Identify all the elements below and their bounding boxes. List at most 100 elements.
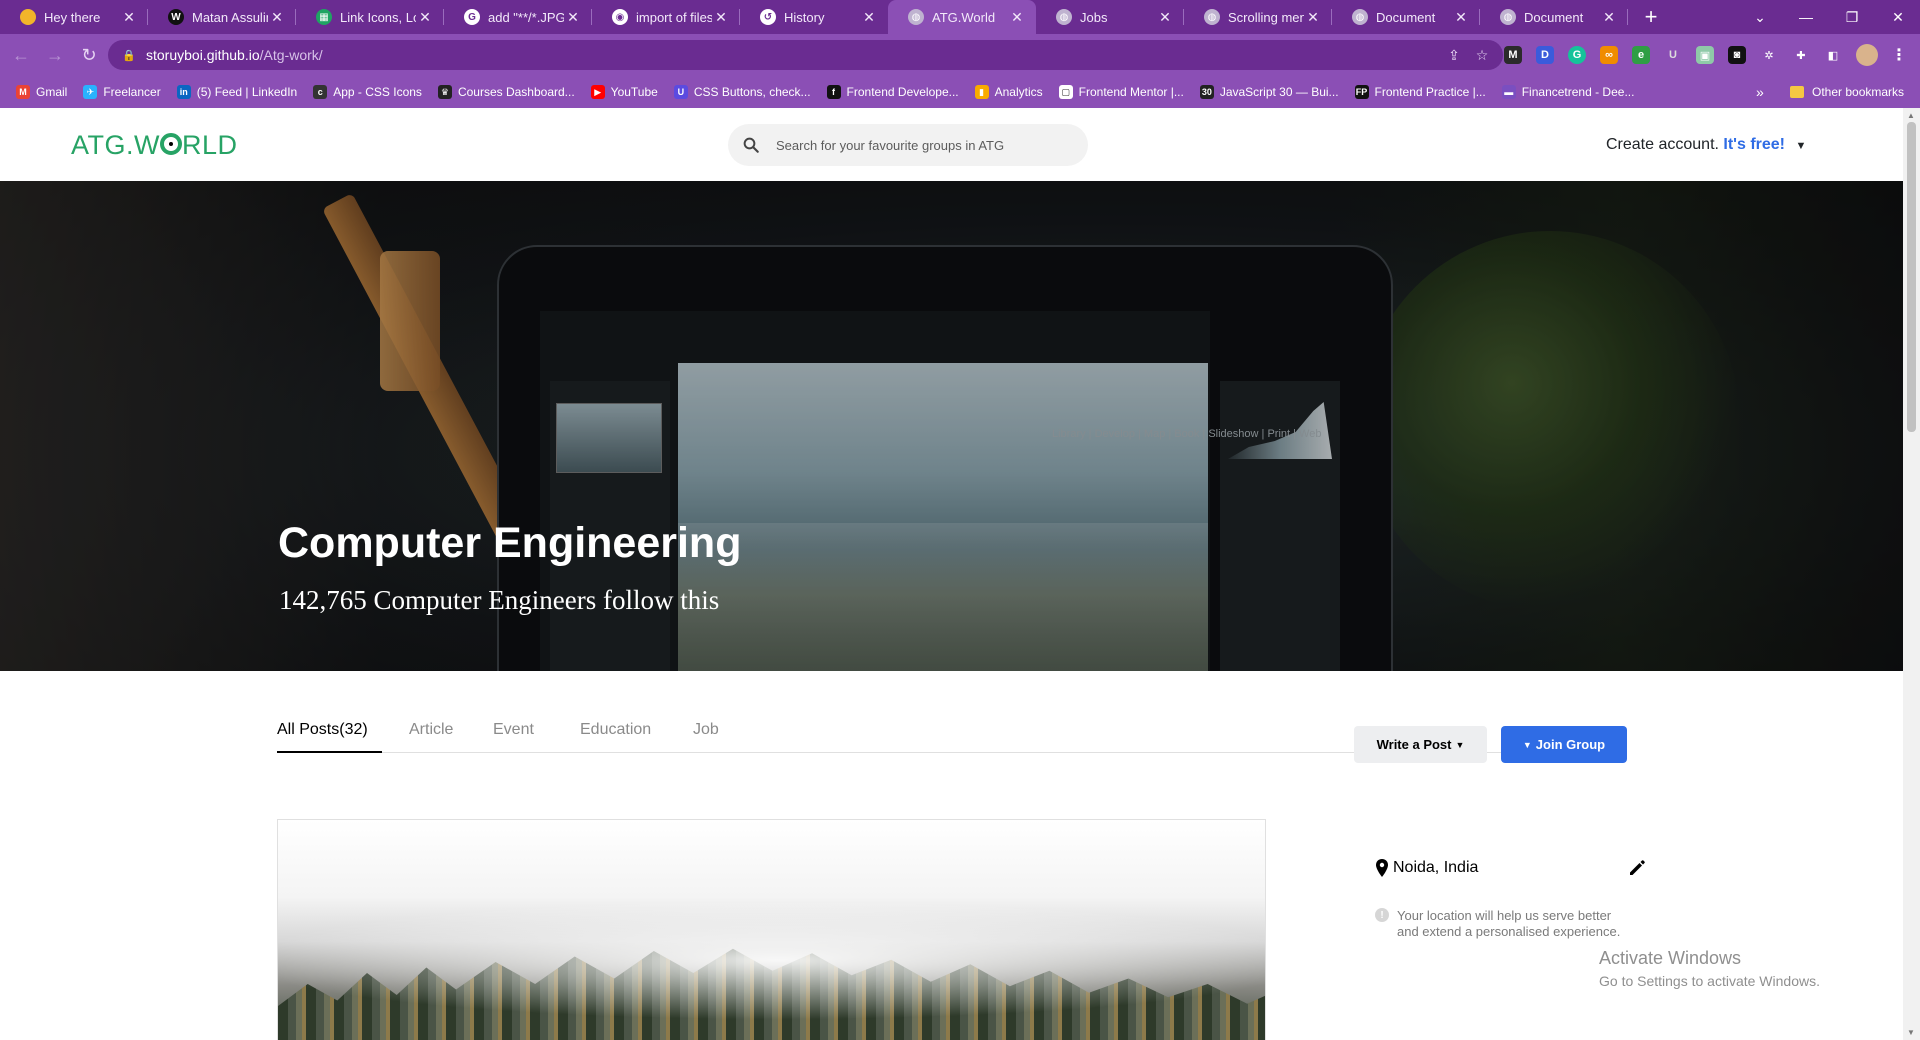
forward-icon[interactable]: → <box>42 42 68 68</box>
close-tab-icon[interactable]: ✕ <box>1008 9 1026 26</box>
youtube-icon: ▶ <box>590 85 605 99</box>
side-panel-icon[interactable]: ◧ <box>1824 46 1842 64</box>
search-icon <box>743 137 759 153</box>
post-card[interactable] <box>277 819 1266 1040</box>
close-tab-icon[interactable]: ✕ <box>416 9 434 26</box>
close-tab-icon[interactable]: ✕ <box>1304 9 1322 26</box>
browser-tab[interactable]: W Matan Assulin |✕ <box>148 0 296 34</box>
ext-m-icon[interactable]: M <box>1504 46 1522 64</box>
bookmark-label: App - CSS Icons <box>333 85 422 99</box>
yellow-dot-icon <box>20 9 36 25</box>
close-window-icon[interactable]: ✕ <box>1875 0 1920 34</box>
browser-tab[interactable]: Hey there ✕ <box>0 0 148 34</box>
bookmark-item[interactable]: f Frontend Develope... <box>826 78 967 106</box>
ext-d-icon[interactable]: D <box>1536 46 1554 64</box>
bookmarks-overflow-icon[interactable]: » <box>1756 84 1764 100</box>
watermark-line1: Activate Windows <box>1599 948 1742 968</box>
browser-tab-bar: Hey there✕WMatan Assulin |✕▦Link Icons, … <box>0 0 1920 34</box>
scroll-up-icon[interactable]: ▲ <box>1907 111 1915 120</box>
bookmark-item[interactable]: c App - CSS Icons <box>313 78 430 106</box>
css-icons-icon: c <box>313 85 328 99</box>
tab-job[interactable]: Job <box>693 721 719 739</box>
browser-tab[interactable]: ▦ Link Icons, Logo✕ <box>296 0 444 34</box>
bookmark-item[interactable]: ▬ Financetrend - Dee... <box>1501 78 1643 106</box>
bookmark-item[interactable]: ♛ Courses Dashboard... <box>437 78 583 106</box>
close-tab-icon[interactable]: ✕ <box>712 9 730 26</box>
browser-tab[interactable]: Gadd "**/*.JPG" t✕ <box>444 0 592 34</box>
bookmark-item[interactable]: ▢ Frontend Mentor |... <box>1058 78 1192 106</box>
tab-separator <box>1627 9 1628 25</box>
restore-icon[interactable]: ❐ <box>1829 0 1875 34</box>
bookmark-star-icon[interactable]: ☆ <box>1474 47 1490 63</box>
scroll-down-icon[interactable]: ▼ <box>1907 1028 1915 1037</box>
ext-gear-icon[interactable]: ✲ <box>1760 46 1778 64</box>
ext-cc-icon[interactable]: ∞ <box>1600 46 1618 64</box>
ext-evernote-icon[interactable]: e <box>1632 46 1650 64</box>
browser-tab[interactable]: ◍ Jobs ✕ <box>1036 0 1184 34</box>
join-group-label: Join Group <box>1535 737 1606 752</box>
browser-tab[interactable]: ↺ History ✕ <box>740 0 888 34</box>
bookmark-item[interactable]: ▮ Analytics <box>974 78 1051 106</box>
gmail-icon: M <box>16 85 30 99</box>
scrollbar-thumb[interactable] <box>1907 122 1916 432</box>
bookmark-item[interactable]: U CSS Buttons, check... <box>673 78 819 106</box>
reload-icon[interactable]: ↻ <box>76 42 102 68</box>
bookmark-item[interactable]: in (5) Feed | LinkedIn <box>176 78 306 106</box>
browser-menu-icon[interactable]: ⋮ <box>1890 46 1908 64</box>
github-icon: ◉ <box>612 9 628 25</box>
browser-tab[interactable]: ◉ import of files w✕ <box>592 0 740 34</box>
bookmark-item[interactable]: M Gmail <box>16 78 75 106</box>
tab-article[interactable]: Article <box>409 721 453 739</box>
ext-cam-icon[interactable]: ◙ <box>1728 46 1746 64</box>
tab-search-icon[interactable]: ⌄ <box>1737 0 1783 34</box>
bookmark-label: Frontend Mentor |... <box>1078 85 1184 99</box>
close-tab-icon[interactable]: ✕ <box>860 9 878 26</box>
browser-tab[interactable]: ◍ ATG.World ✕ <box>888 0 1036 34</box>
close-tab-icon[interactable]: ✕ <box>268 9 286 26</box>
page-scrollbar[interactable]: ▲ ▼ <box>1903 108 1920 1040</box>
browser-tab-title: import of files w <box>636 9 712 25</box>
search-input[interactable] <box>776 137 1056 153</box>
other-bookmarks-label: Other bookmarks <box>1812 85 1905 99</box>
back-icon[interactable]: ← <box>8 42 34 68</box>
join-group-button[interactable]: ▼ Join Group <box>1501 726 1627 763</box>
ext-image-icon[interactable]: ▣ <box>1696 46 1714 64</box>
grammarly-icon[interactable]: G <box>1568 46 1586 64</box>
create-account-link[interactable]: Create account. It's free! ▼ <box>1606 136 1806 154</box>
bookmark-item[interactable]: ✈ Freelancer <box>83 78 168 106</box>
history-icon: ↺ <box>760 9 776 25</box>
extensions-puzzle-icon[interactable]: ✚ <box>1792 46 1810 64</box>
atg-logo[interactable]: ATG.W RLD <box>71 130 238 161</box>
browser-tab-title: ATG.World <box>932 9 996 25</box>
write-post-button[interactable]: Write a Post ▼ <box>1354 726 1487 763</box>
close-tab-icon[interactable]: ✕ <box>120 9 138 26</box>
tab-education[interactable]: Education <box>580 721 651 739</box>
address-bar[interactable]: 🔒 storuyboi.github.io/Atg-work/ ⇪ ☆ <box>108 40 1503 70</box>
share-icon[interactable]: ⇪ <box>1446 47 1462 63</box>
url-text[interactable]: storuyboi.github.io/Atg-work/ <box>146 47 323 63</box>
new-tab-button[interactable]: + <box>1636 2 1666 32</box>
tab-event[interactable]: Event <box>493 721 534 739</box>
bookmark-item[interactable]: 30 JavaScript 30 — Bui... <box>1199 78 1347 106</box>
fp-icon: FP <box>1354 85 1369 99</box>
bookmark-item[interactable]: ▶ YouTube <box>590 78 666 106</box>
framer-icon: W <box>168 9 184 25</box>
browser-tab[interactable]: ◍ Document ✕ <box>1332 0 1480 34</box>
browser-tab[interactable]: ◍ Document ✕ <box>1480 0 1628 34</box>
caret-down-icon: ▼ <box>1795 140 1807 152</box>
ext-u-icon[interactable]: U <box>1664 46 1682 64</box>
other-bookmarks[interactable]: Other bookmarks <box>1790 76 1904 108</box>
bookmark-item[interactable]: FP Frontend Practice |... <box>1354 78 1494 106</box>
bookmark-label: CSS Buttons, check... <box>693 85 811 99</box>
close-tab-icon[interactable]: ✕ <box>1600 9 1618 26</box>
minimize-icon[interactable]: — <box>1783 0 1829 34</box>
profile-avatar[interactable] <box>1856 44 1878 66</box>
location-pin-icon <box>1376 859 1388 877</box>
browser-tab[interactable]: ◍ Scrolling menu✕ <box>1184 0 1332 34</box>
close-tab-icon[interactable]: ✕ <box>564 9 582 26</box>
browser-tab-title: Hey there <box>44 9 101 25</box>
close-tab-icon[interactable]: ✕ <box>1452 9 1470 26</box>
close-tab-icon[interactable]: ✕ <box>1156 9 1174 26</box>
tab-all-posts[interactable]: All Posts(32) <box>277 721 368 739</box>
pencil-icon[interactable] <box>1627 858 1647 878</box>
